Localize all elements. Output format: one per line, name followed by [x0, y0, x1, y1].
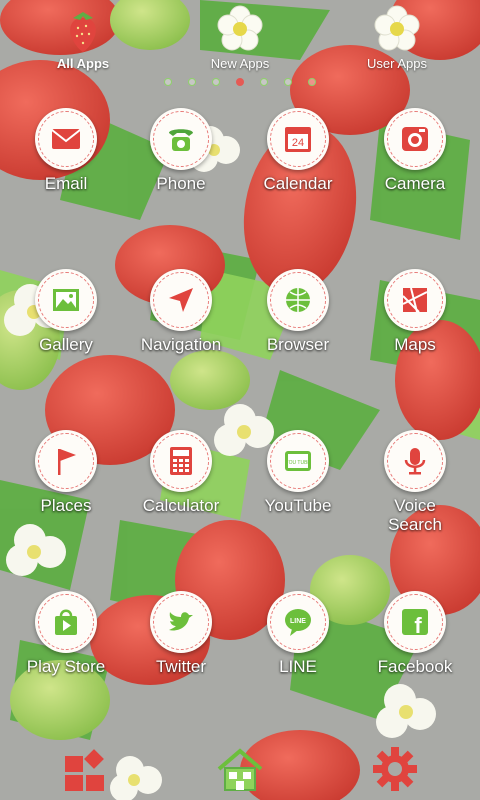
app-label: Phone: [156, 174, 206, 193]
app-play-store[interactable]: Play Store: [8, 591, 124, 676]
tab-new-apps-label: New Apps: [210, 56, 270, 71]
app-label: Places: [40, 496, 92, 515]
tab-all-apps-label: All Apps: [56, 56, 110, 71]
app-icon-circle: [35, 269, 97, 331]
app-facebook[interactable]: f Facebook: [357, 591, 473, 676]
globe-icon: [286, 288, 310, 312]
page-dot: [260, 78, 268, 86]
page-dot: [188, 78, 196, 86]
gear-icon: [373, 747, 417, 791]
page-dot: [284, 78, 292, 86]
tab-user-apps[interactable]: User Apps: [342, 4, 452, 76]
app-label: Email: [44, 174, 88, 193]
app-label: Voice Search: [388, 496, 442, 534]
app-icon-circle: [150, 108, 212, 170]
app-calendar[interactable]: 24 Calendar: [240, 108, 356, 193]
page-dot: [164, 78, 172, 86]
chat-bubble-icon: LINE: [285, 609, 311, 636]
app-label: Camera: [384, 174, 446, 193]
app-icon-circle: LINE: [267, 591, 329, 653]
app-label: Gallery: [39, 335, 93, 354]
strawberry-icon: [70, 12, 96, 52]
svg-text:YOU TUBE: YOU TUBE: [285, 460, 311, 466]
app-icon-circle: [267, 269, 329, 331]
app-twitter[interactable]: Twitter: [123, 591, 239, 676]
camera-icon: [402, 127, 428, 151]
page-dot-active: [236, 78, 244, 86]
app-drawer-tabs: All Apps New Apps User Apps: [0, 0, 480, 90]
tab-all-apps[interactable]: All Apps: [28, 4, 138, 76]
calendar-icon: 24: [285, 127, 311, 152]
app-voice-search[interactable]: Voice Search: [357, 430, 473, 534]
bird-icon: [169, 612, 193, 631]
tv-icon: YOU TUBE: [285, 451, 311, 471]
app-label: Calendar: [263, 174, 333, 193]
page-dot: [308, 78, 316, 86]
envelope-icon: [51, 129, 81, 149]
dock: [0, 740, 480, 800]
microphone-icon: [404, 448, 426, 475]
app-label: LINE: [279, 657, 317, 676]
flower-icon: [374, 5, 420, 51]
page-indicator: [0, 78, 480, 86]
app-icon-circle: [150, 591, 212, 653]
settings-button[interactable]: [370, 744, 420, 794]
app-youtube[interactable]: YOU TUBE YouTube: [240, 430, 356, 515]
app-icon-circle: [384, 269, 446, 331]
app-line[interactable]: LINE LINE: [240, 591, 356, 676]
flag-icon: [58, 449, 76, 475]
calculator-icon: [170, 447, 192, 475]
tab-new-apps[interactable]: New Apps: [185, 4, 295, 76]
svg-text:LINE: LINE: [290, 618, 306, 625]
app-grid-icon: [65, 749, 104, 791]
app-icon-circle: [35, 108, 97, 170]
app-label: Twitter: [155, 657, 207, 676]
home-button[interactable]: [215, 744, 265, 794]
app-label: Facebook: [377, 657, 453, 676]
app-icon-circle: [35, 591, 97, 653]
app-gallery[interactable]: Gallery: [8, 269, 124, 354]
app-label: Play Store: [26, 657, 106, 676]
app-maps[interactable]: Maps: [357, 269, 473, 354]
app-navigation[interactable]: Navigation: [123, 269, 239, 354]
svg-text:24: 24: [292, 137, 304, 149]
app-browser[interactable]: Browser: [240, 269, 356, 354]
app-icon-circle: 24: [267, 108, 329, 170]
facebook-icon: f: [402, 609, 428, 638]
app-camera[interactable]: Camera: [357, 108, 473, 193]
flower-icon: [217, 5, 263, 51]
app-label: Browser: [266, 335, 330, 354]
app-phone[interactable]: Phone: [123, 108, 239, 193]
app-calculator[interactable]: Calculator: [123, 430, 239, 515]
phone-icon: [169, 129, 193, 151]
app-icon-circle: [150, 430, 212, 492]
shopping-bag-icon: [55, 609, 77, 635]
app-label: Calculator: [142, 496, 220, 515]
page-dot: [212, 78, 220, 86]
app-icon-circle: [35, 430, 97, 492]
app-drawer-button[interactable]: [60, 744, 110, 794]
app-label: YouTube: [264, 496, 332, 515]
app-icon-circle: [384, 430, 446, 492]
app-icon-circle: f: [384, 591, 446, 653]
navigation-arrow-icon: [169, 288, 193, 312]
picture-icon: [53, 289, 79, 311]
app-places[interactable]: Places: [8, 430, 124, 515]
app-icon-circle: [384, 108, 446, 170]
tab-user-apps-label: User Apps: [367, 56, 427, 71]
home-icon: [217, 748, 263, 791]
svg-text:f: f: [414, 613, 422, 638]
app-icon-circle: YOU TUBE: [267, 430, 329, 492]
map-icon: [402, 287, 428, 313]
app-email[interactable]: Email: [8, 108, 124, 193]
app-label: Navigation: [140, 335, 222, 354]
app-icon-circle: [150, 269, 212, 331]
app-label: Maps: [394, 335, 436, 354]
